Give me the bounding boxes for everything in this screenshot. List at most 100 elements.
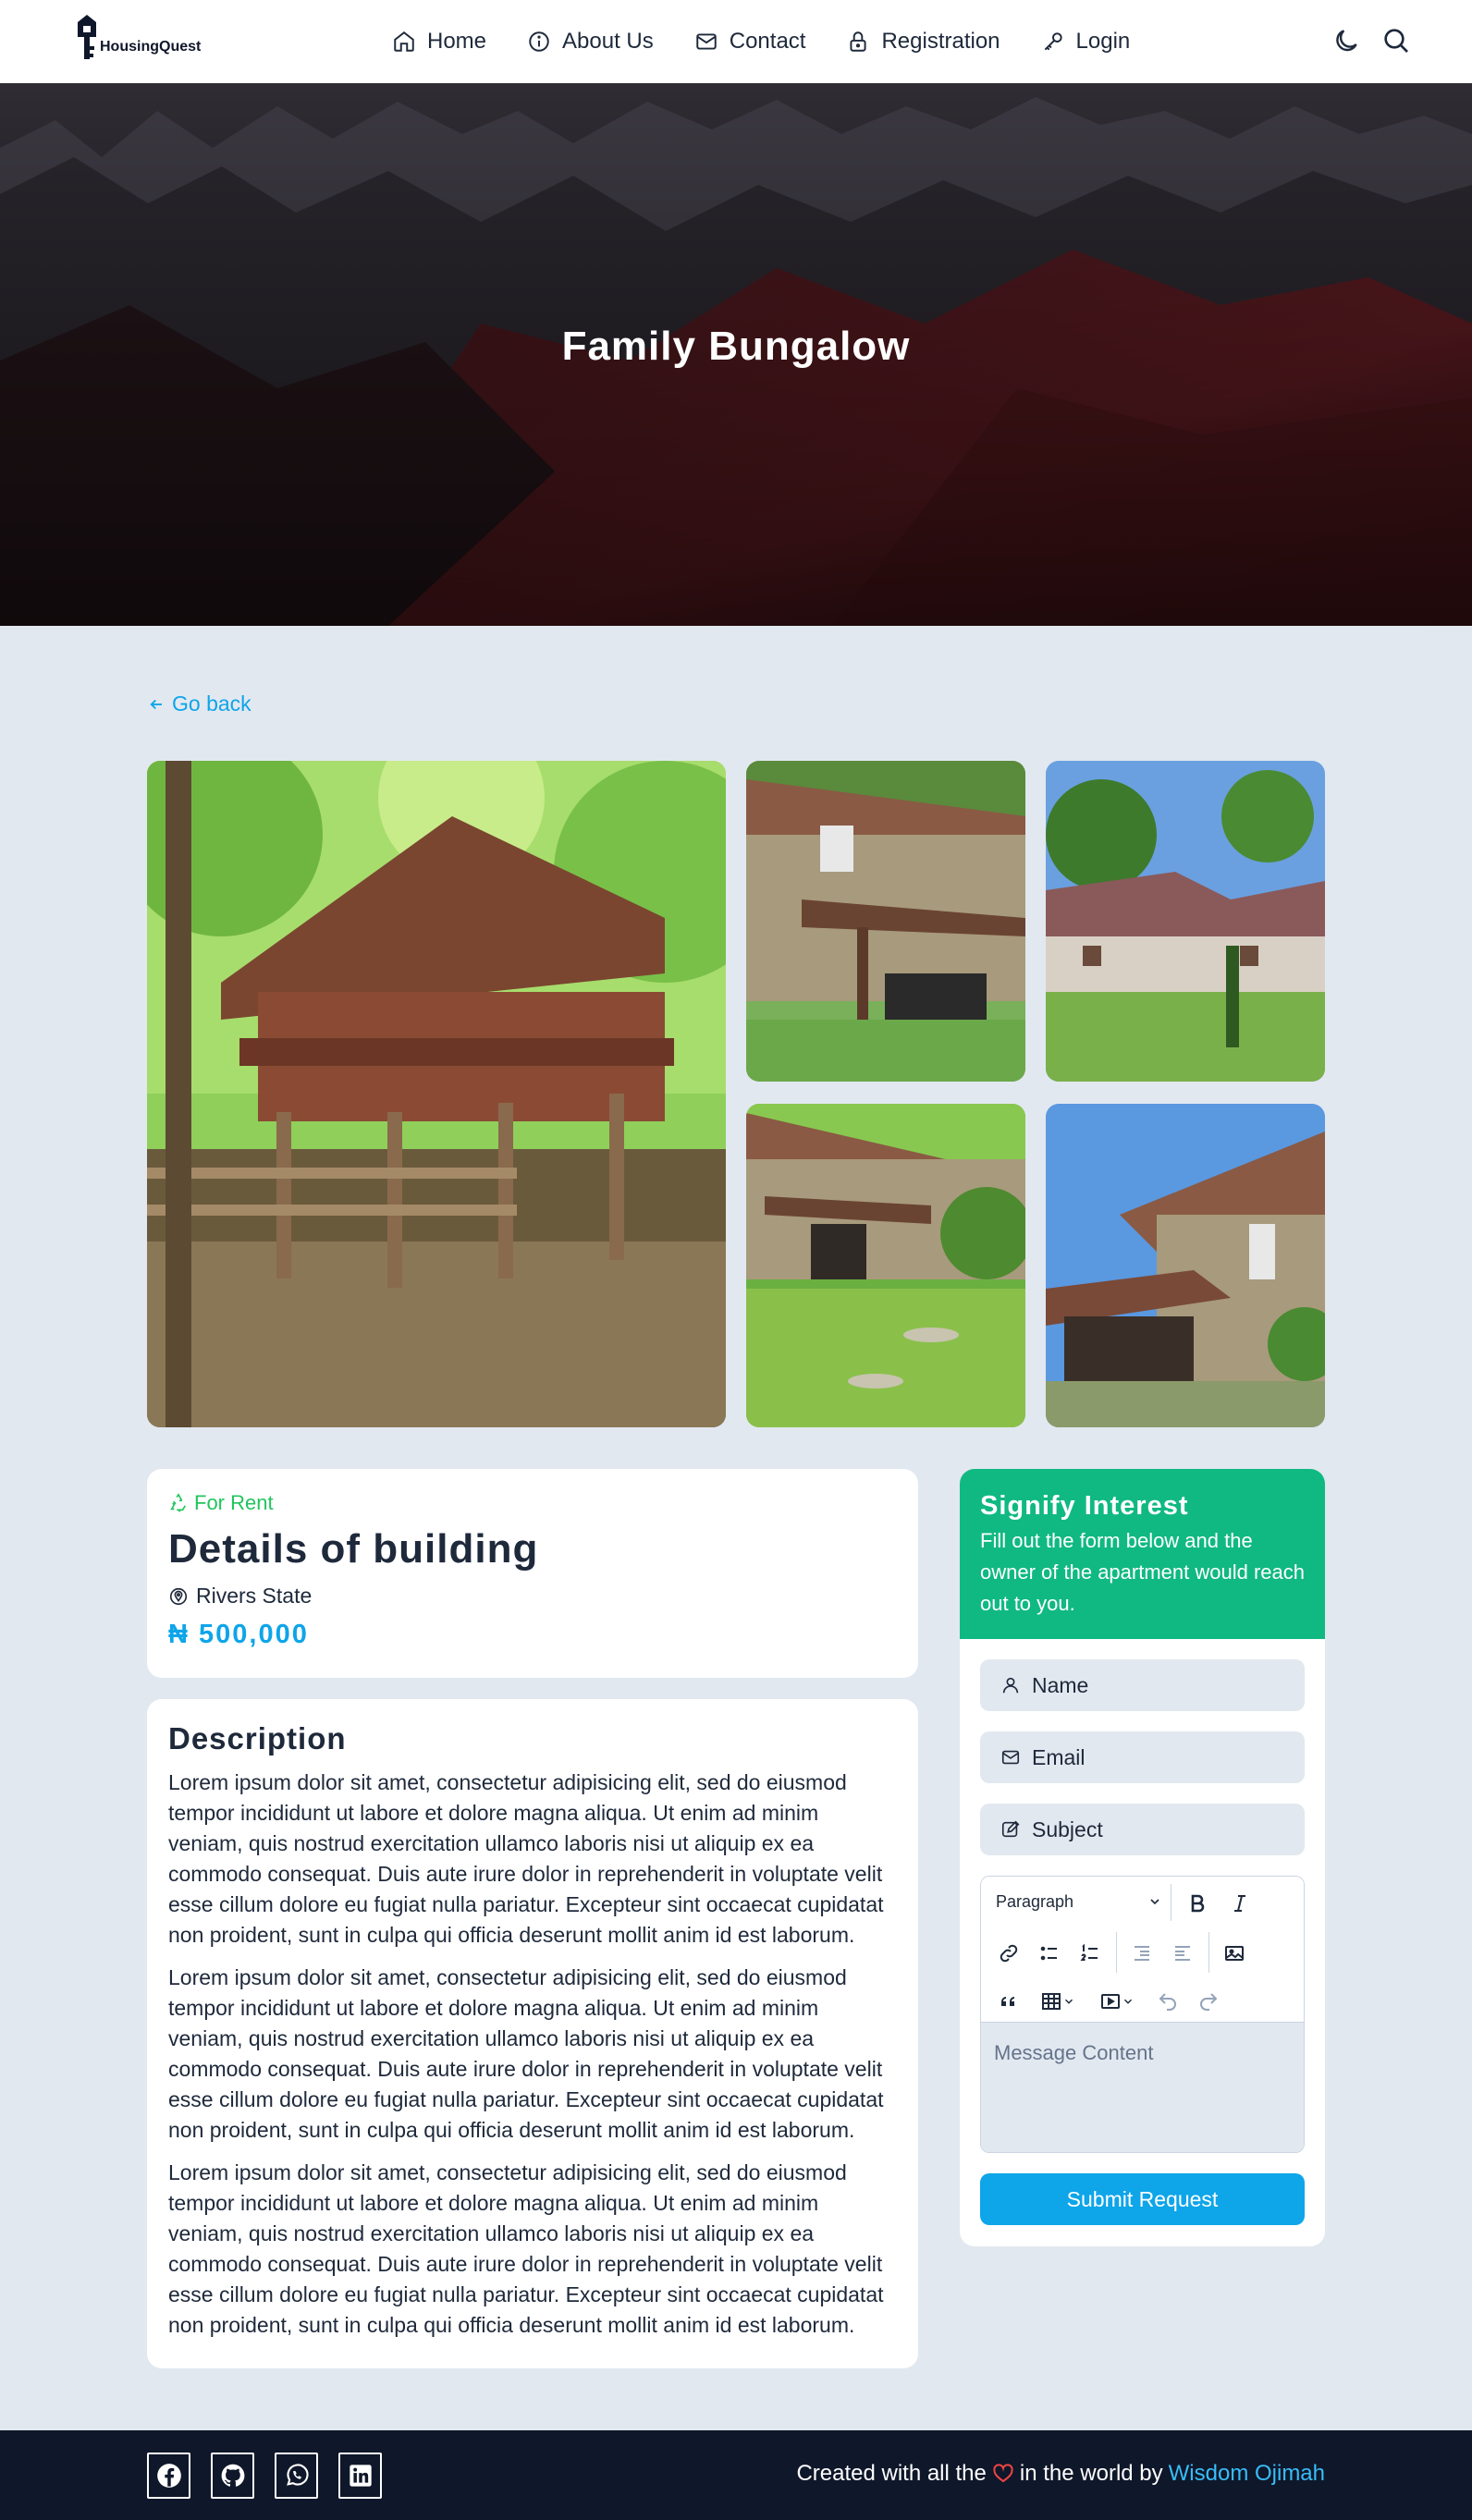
heart-icon: [993, 2464, 1013, 2483]
media-icon: [1101, 1994, 1120, 2009]
email-placeholder: Email: [1032, 1744, 1086, 1769]
gallery-photo-3[interactable]: [746, 1104, 1025, 1427]
description-paragraph: Lorem ipsum dolor sit amet, consectetur …: [168, 1965, 884, 2142]
price: ₦ 500,000: [168, 1620, 309, 1649]
form-subtitle: Fill out the form below and the owner of…: [980, 1529, 1305, 1615]
italic-icon: [1234, 1895, 1245, 1912]
nav-item-label: Login: [1075, 29, 1131, 54]
bulleted-list-icon: [1040, 1946, 1057, 1961]
facebook-link[interactable]: [147, 2453, 190, 2499]
image-icon: [1225, 1946, 1244, 1961]
linkedin-icon: [349, 2465, 372, 2487]
signify-interest-form: Signify Interest Fill out the form below…: [960, 1469, 1325, 2246]
undo-icon: [1159, 1993, 1176, 2011]
insert-media-button[interactable]: [1092, 1986, 1142, 2017]
bulleted-list-button[interactable]: [1033, 1938, 1066, 1969]
recycle-icon: [170, 1493, 187, 1512]
bold-icon: [1191, 1894, 1205, 1913]
brand-logo[interactable]: HousingQuest: [76, 13, 201, 65]
footer: Created with all the in the world by Wis…: [0, 2430, 1472, 2520]
nav-item-home[interactable]: Home: [392, 29, 486, 55]
indent-icon: [1175, 1946, 1190, 1961]
redo-icon: [1200, 1993, 1218, 2011]
insert-table-button[interactable]: [1033, 1986, 1083, 2017]
outdent-icon: [1135, 1946, 1149, 1961]
submit-request-button[interactable]: Submit Request: [980, 2173, 1305, 2225]
nav-item-about[interactable]: About Us: [527, 29, 654, 55]
moon-icon[interactable]: [1331, 26, 1361, 55]
house-terrace-image: [1046, 1104, 1325, 1427]
subject-placeholder: Subject: [1032, 1817, 1103, 1841]
nav-item-login[interactable]: Login: [1041, 29, 1131, 55]
nav-actions: [1331, 26, 1411, 55]
whatsapp-icon: [286, 2464, 309, 2486]
brand-name: HousingQuest: [100, 39, 202, 55]
go-back-link[interactable]: Go back: [148, 691, 251, 716]
block-quote-button[interactable]: [992, 1986, 1025, 2017]
gallery-photo-2[interactable]: [1046, 761, 1325, 1082]
name-placeholder: Name: [1032, 1672, 1089, 1697]
main-nav: Home About Us Contact Registration Login: [392, 0, 1130, 83]
rent-status-label: For Rent: [194, 1491, 274, 1514]
building-details-card: For Rent Details of building Rivers Stat…: [147, 1469, 918, 1678]
redo-button[interactable]: [1192, 1986, 1225, 2017]
outdent-button[interactable]: [1125, 1938, 1159, 1969]
form-title: Signify Interest: [980, 1491, 1189, 1521]
location: Rivers State: [168, 1584, 897, 1609]
stone-house-porch-image: [746, 761, 1025, 1082]
insert-image-button[interactable]: [1218, 1938, 1251, 1969]
chevron-down-icon: [1150, 1899, 1159, 1905]
nav-item-contact[interactable]: Contact: [694, 29, 805, 55]
numbered-list-button[interactable]: [1073, 1938, 1107, 1969]
description-title: Description: [168, 1721, 347, 1755]
nav-item-registration[interactable]: Registration: [846, 29, 1000, 55]
go-back-label: Go back: [172, 691, 251, 716]
quote-icon: [1001, 1997, 1014, 2006]
nav-item-label: Home: [427, 29, 487, 54]
email-field[interactable]: Email: [980, 1731, 1305, 1783]
facebook-icon: [156, 2464, 181, 2488]
nav-item-label: About Us: [562, 29, 654, 54]
rent-status: For Rent: [168, 1491, 897, 1515]
mail-icon: [696, 33, 717, 50]
indent-button[interactable]: [1166, 1938, 1199, 1969]
form-header: Signify Interest Fill out the form below…: [960, 1469, 1325, 1639]
gallery-photo-4[interactable]: [1046, 1104, 1325, 1427]
link-icon: [1000, 1944, 1018, 1963]
chevron-down-icon: [1064, 1999, 1073, 2004]
table-icon: [1042, 1993, 1061, 2010]
subject-field[interactable]: Subject: [980, 1804, 1305, 1855]
search-icon[interactable]: [1381, 26, 1411, 55]
author-link[interactable]: Wisdom Ojimah: [1169, 2461, 1325, 2487]
toolbar-divider: [1208, 1932, 1209, 1973]
home-icon: [394, 31, 414, 52]
house-garden-image: [746, 1104, 1025, 1427]
link-button[interactable]: [992, 1938, 1025, 1969]
github-link[interactable]: [211, 2453, 254, 2499]
nav-item-label: Registration: [881, 29, 1000, 54]
key-icon: [1044, 32, 1062, 51]
village-houses-image: [1046, 761, 1325, 1082]
description-paragraph: Lorem ipsum dolor sit amet, consectetur …: [168, 1770, 884, 1947]
name-field[interactable]: Name: [980, 1659, 1305, 1711]
message-placeholder: Message Content: [994, 2041, 1154, 2064]
house-key-icon: [78, 15, 96, 59]
location-label: Rivers State: [196, 1584, 313, 1608]
italic-button[interactable]: [1223, 1888, 1257, 1919]
github-icon: [221, 2464, 244, 2487]
user-icon: [1002, 1677, 1019, 1694]
info-icon: [529, 31, 549, 52]
message-content-field[interactable]: Message Content: [981, 2023, 1304, 2152]
description-card: Description Lorem ipsum dolor sit amet, …: [147, 1699, 918, 2368]
paragraph-format-select[interactable]: Paragraph: [996, 1888, 1162, 1915]
arrow-left-icon: [150, 699, 162, 709]
whatsapp-link[interactable]: [275, 2453, 318, 2499]
edit-icon: [1001, 1820, 1020, 1838]
linkedin-link[interactable]: [338, 2453, 382, 2499]
description-paragraph: Lorem ipsum dolor sit amet, consectetur …: [168, 2160, 884, 2337]
gallery-photo-1[interactable]: [746, 761, 1025, 1082]
undo-button[interactable]: [1151, 1986, 1184, 2017]
gallery-main-photo[interactable]: [147, 761, 726, 1427]
bold-button[interactable]: [1181, 1888, 1214, 1919]
mail-icon: [1001, 1750, 1020, 1765]
